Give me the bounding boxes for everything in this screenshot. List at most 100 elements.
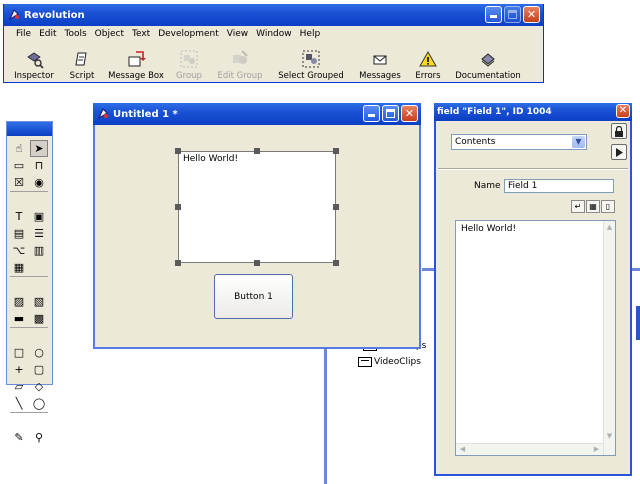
play-button[interactable] <box>611 144 627 160</box>
bucket-tool-icon[interactable]: ⚲ <box>30 429 48 446</box>
stack-titlebar[interactable]: Untitled 1 * ✕ <box>93 103 421 125</box>
menu-bar: File Edit Tools Object Text Development … <box>12 27 324 41</box>
player-tool-icon[interactable]: ▧ <box>30 293 48 310</box>
menu-window[interactable]: Window <box>252 27 296 41</box>
list-item[interactable]: VideoClips <box>358 357 421 367</box>
script-icon <box>72 49 92 69</box>
menu-tool-icon[interactable]: ▥ <box>30 242 48 259</box>
menu-tools[interactable]: Tools <box>61 27 91 41</box>
select-grouped-button[interactable]: Select Grouped <box>270 45 352 81</box>
play-icon <box>616 147 623 157</box>
palette-titlebar[interactable] <box>7 122 52 136</box>
scrollbar-tool-icon[interactable]: ▬ <box>10 310 28 327</box>
list-field-tool-icon[interactable]: ☰ <box>30 225 48 242</box>
resize-handle[interactable] <box>333 260 339 266</box>
scroll-right-icon[interactable]: ▶ <box>591 444 602 455</box>
messages-button[interactable]: Messages <box>352 45 408 81</box>
scrolling-field-tool-icon[interactable]: ▤ <box>10 225 28 242</box>
return-icon: ↵ <box>574 202 582 211</box>
inspector-icon <box>24 49 44 69</box>
select-grouped-icon <box>301 49 321 69</box>
inspector-titlebar[interactable]: field "Field 1", ID 1004 ✕ <box>434 103 632 121</box>
resize-handle[interactable] <box>254 260 260 266</box>
oval-tool-icon[interactable]: ○ <box>30 344 48 361</box>
image-tool-icon[interactable]: ▨ <box>10 293 28 310</box>
stack-window: Untitled 1 * ✕ Hello World! Button 1 <box>93 103 421 349</box>
scrollbar-thumb[interactable] <box>636 306 640 340</box>
menu-file[interactable]: File <box>12 27 35 41</box>
menu-edit[interactable]: Edit <box>35 27 60 41</box>
scroll-left-icon[interactable]: ◀ <box>457 444 468 455</box>
checkbox-tool-icon[interactable]: ☒ <box>10 174 28 191</box>
polygon-tool-icon[interactable]: ▱ <box>10 378 28 395</box>
message-box-button[interactable]: Message Box <box>104 45 168 81</box>
rectangle-tool-icon[interactable]: □ <box>10 344 28 361</box>
paint-tool-icon[interactable]: ✎ <box>10 429 28 446</box>
table-view-button[interactable]: ▦ <box>586 200 600 213</box>
inspector-button[interactable]: Inspector <box>8 45 60 81</box>
document-icon: ▯ <box>605 202 611 211</box>
pointer-tool-icon[interactable]: ➤ <box>30 140 48 157</box>
main-titlebar[interactable]: Revolution ✕ <box>4 4 543 26</box>
resize-handle[interactable] <box>333 148 339 154</box>
button-tool-icon[interactable]: ▭ <box>10 157 28 174</box>
field-tool-icon[interactable]: ▣ <box>30 208 48 225</box>
radio-tool-icon[interactable]: ◉ <box>30 174 48 191</box>
menu-object[interactable]: Object <box>91 27 128 41</box>
contents-editor[interactable]: Hello World! ▲ ▼ ◀ ▶ <box>455 220 616 456</box>
roundrect-tool-icon[interactable]: ▢ <box>30 361 48 378</box>
lock-icon <box>615 125 623 137</box>
errors-button[interactable]: Errors <box>408 45 448 81</box>
menu-text[interactable]: Text <box>128 27 154 41</box>
horizontal-scrollbar[interactable]: ◀ ▶ <box>456 443 603 455</box>
menu-view[interactable]: View <box>223 27 252 41</box>
pane-selector[interactable]: Contents ▼ <box>451 134 587 150</box>
edit-group-button[interactable]: Edit Group <box>210 45 270 81</box>
scroll-up-icon[interactable]: ▲ <box>604 222 615 233</box>
table-tool-icon[interactable]: ▦ <box>10 259 28 276</box>
close-button[interactable]: ✕ <box>523 6 540 23</box>
palette-divider <box>10 191 48 194</box>
resize-handle[interactable] <box>175 148 181 154</box>
button-1[interactable]: Button 1 <box>214 274 293 319</box>
tab-button-tool-icon[interactable]: ⊓ <box>30 157 48 174</box>
toolbar: Inspector Script Message Box Group Edit … <box>8 45 539 81</box>
messages-icon <box>370 49 390 69</box>
close-button[interactable]: ✕ <box>401 105 418 122</box>
minimize-button[interactable] <box>485 6 502 23</box>
vertical-scrollbar[interactable]: ▲ ▼ <box>603 221 615 455</box>
contents-text: Hello World! <box>461 224 517 234</box>
curve-tool-icon[interactable]: ◯ <box>30 395 48 412</box>
maximize-button[interactable] <box>504 6 521 23</box>
maximize-button[interactable] <box>382 105 399 122</box>
line-graphic-tool-icon[interactable]: + <box>10 361 28 378</box>
insert-return-button[interactable]: ↵ <box>571 200 585 213</box>
table-icon: ▦ <box>589 202 597 211</box>
label-field-tool-icon[interactable]: T <box>10 208 28 225</box>
combo-box-tool-icon[interactable]: ⌥ <box>10 242 28 259</box>
documentation-button[interactable]: Documentation <box>448 45 528 81</box>
name-field[interactable]: Field 1 <box>504 179 614 193</box>
close-button[interactable]: ✕ <box>616 104 630 118</box>
resize-handle[interactable] <box>254 148 260 154</box>
blank-tool-icon <box>30 259 48 276</box>
revolution-logo-icon <box>8 9 19 21</box>
menu-help[interactable]: Help <box>296 27 325 41</box>
scroll-down-icon[interactable]: ▼ <box>604 431 615 442</box>
progress-tool-icon[interactable]: ▩ <box>30 310 48 327</box>
browse-tool-icon[interactable]: ☝ <box>10 140 28 157</box>
chevron-down-icon[interactable]: ▼ <box>572 136 585 148</box>
minimize-button[interactable] <box>363 105 380 122</box>
group-button[interactable]: Group <box>168 45 210 81</box>
resize-handle[interactable] <box>175 260 181 266</box>
menu-development[interactable]: Development <box>154 27 223 41</box>
tools-palette: ☝ ➤ ▭ ⊓ ☒ ◉ T ▣ ▤ ☰ ⌥ ▥ ▦ ▨ ▧ ▬ ▩ □ ○ + … <box>6 121 53 443</box>
resize-handle[interactable] <box>175 204 181 210</box>
freehand-tool-icon[interactable]: ◇ <box>30 378 48 395</box>
html-view-button[interactable]: ▯ <box>601 200 615 213</box>
script-button[interactable]: Script <box>60 45 104 81</box>
resize-handle[interactable] <box>333 204 339 210</box>
line-tool-icon[interactable]: ╲ <box>10 395 28 412</box>
text-field[interactable]: Hello World! <box>178 151 336 263</box>
lock-button[interactable] <box>611 123 627 139</box>
